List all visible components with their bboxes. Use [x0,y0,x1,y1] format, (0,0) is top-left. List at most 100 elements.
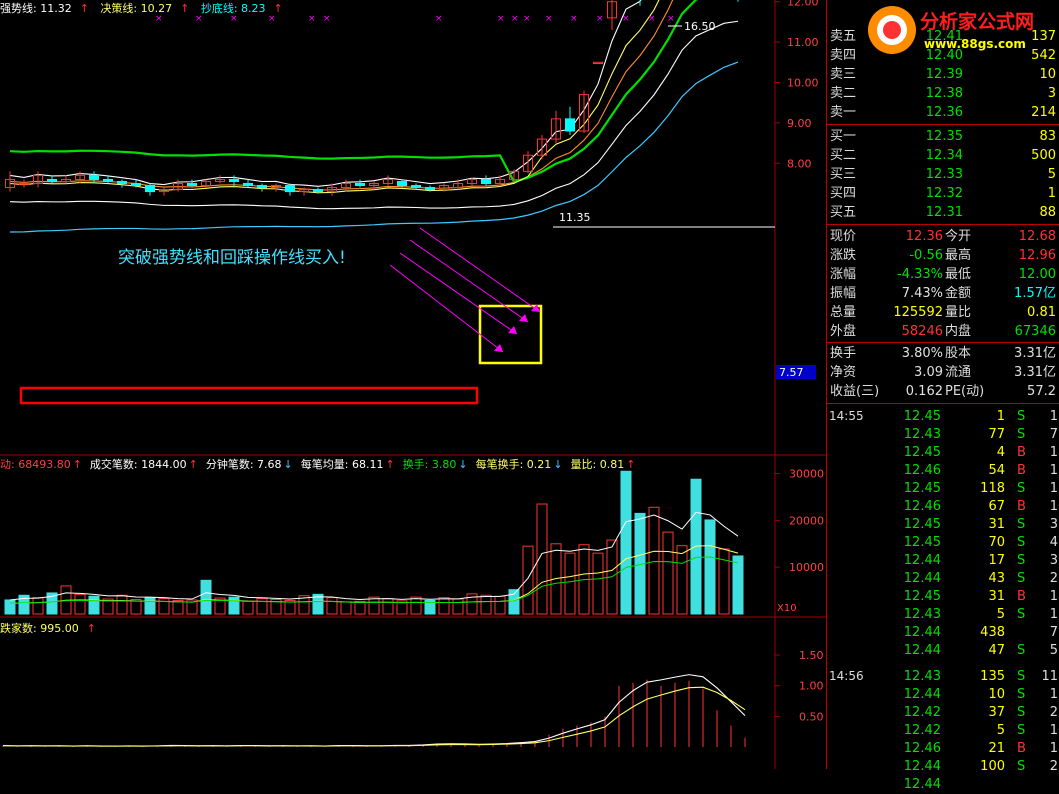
tick-volume: 17 [988,553,1005,568]
pointer-arrowhead [519,314,528,322]
y-tick-label: 12.00 [787,0,819,9]
quote-label: 换手 [830,346,857,361]
tick-price: 12.44 [903,625,941,640]
tick-volume: 70 [988,535,1005,550]
volume-header: 动: 68493.80 ↑ 成交笔数: 1844.00 ↑ 分钟笔数: 7.68 ↓ 每笔均… [0,456,643,472]
tick-count: 7 [1049,625,1058,640]
volume-bar [410,596,422,615]
ask-price: 12.38 [925,86,963,101]
tick-count: 1 [1049,741,1058,756]
panel-separator [827,403,1059,404]
quote-row: 总量 125592 量比 0.81 [827,303,1059,322]
tick-volume: 37 [988,705,1005,720]
signal-x-mark: × [648,14,656,24]
quote-row: 现价 12.36 今开 12.68 [827,227,1059,246]
candle-body [285,185,295,193]
volume-bar [144,597,156,615]
tick-price: 12.43 [903,427,941,442]
tick-volume: 4 [996,445,1005,460]
quote-label: 涨跌 [830,248,857,263]
volume-bar [676,545,688,615]
bid-row: 买四 12.32 1 [827,184,1059,203]
tick-count: 1 [1049,445,1058,460]
tick-side: S [1017,687,1026,702]
tick-volume: 5 [996,607,1005,622]
tick-count: 3 [1049,553,1058,568]
volume-stat-5: 每笔换手: 0.21 [475,458,552,471]
tick-row: 12.44 438 7 [827,623,1059,642]
quote-value: 67346 [1014,324,1056,339]
y-tick-label: 9.00 [787,117,812,130]
volume-bar [172,599,184,615]
tick-count: 1 [1049,723,1058,738]
tick-volume: 43 [988,571,1005,586]
volume-stat-4: 换手: 3.80 [402,458,457,471]
bid-volume: 500 [1031,148,1056,163]
tick-row: 14:55 12.45 1 S 1 [827,407,1059,426]
bid-price: 12.33 [925,167,963,182]
tick-side: B [1017,741,1026,756]
volume-stat-1: 成交笔数: 1844.00 [89,458,187,471]
ask-volume: 3 [1047,86,1056,101]
ask-row: 卖一 12.36 214 [827,103,1059,122]
decision-line-value: 决策线: 10.27 [100,2,173,15]
site-watermark: 分析家公式网 www.88gs.com [864,2,1059,58]
tick-price: 12.46 [903,499,941,514]
tick-side: S [1017,607,1026,622]
decline-count-value: 跌家数: 995.00 [0,622,79,635]
tick-count: 5 [1049,643,1058,658]
volume-bar [88,595,100,615]
y-tick-label: 8.00 [787,157,812,170]
volume-bar [326,597,338,615]
tick-count: 3 [1049,517,1058,532]
tick-count: 1 [1049,499,1058,514]
quote-value: 3.31亿 [1014,365,1056,380]
candle-body [103,178,113,182]
quote-value: 125592 [893,305,943,320]
bid-row: 买五 12.31 88 [827,203,1059,222]
y-tick-label: 10.00 [787,77,819,90]
tick-side: S [1017,723,1026,738]
volume-scale-label: X10 [777,603,797,614]
tick-row: 12.45 70 S 4 [827,533,1059,552]
tick-row: 12.46 67 B 1 [827,497,1059,516]
volume-bar [480,594,492,615]
ask-label: 卖一 [830,105,857,120]
tick-volume: 135 [980,669,1005,684]
tick-volume: 47 [988,643,1005,658]
quote-row: 净资 3.09 流通 3.31亿 [827,363,1059,382]
main-chart-header: 强势线: 11.32 ↑ 决策线: 10.27 ↑ 抄底线: 8.23 ↑ [0,2,283,15]
ask-volume: 10 [1039,67,1056,82]
ma-mid-line [9,0,674,191]
tick-row: 12.44 10 S 1 [827,685,1059,704]
signal-x-mark: × [323,14,331,24]
volume-stat-arrow: ↑ [188,458,198,471]
tick-price: 12.45 [903,409,941,424]
candle-body [257,185,267,189]
candle-body [481,178,491,185]
quote-row: 外盘 58246 内盘 67346 [827,322,1059,341]
tick-price: 12.46 [903,463,941,478]
quote-value: 12.00 [1018,267,1056,282]
signal-x-mark: × [435,14,443,24]
ask-row: 卖二 12.38 3 [827,84,1059,103]
quote-value: 57.2 [1027,384,1056,399]
tick-volume: 54 [988,463,1005,478]
quote-label: 收益(三) [830,384,880,399]
volume-bar [648,506,660,615]
tick-price: 12.44 [903,553,941,568]
ask-label: 卖三 [830,67,857,82]
candle-body [411,185,421,189]
ask-volume: 214 [1031,105,1056,120]
volume-bar [4,599,16,615]
signal-x-mark: × [511,14,519,24]
volume-stat-arrow: ↑ [72,458,82,471]
tick-row: 12.44 43 S 2 [827,569,1059,588]
signal-x-mark: × [523,14,531,24]
tick-price: 12.45 [903,481,941,496]
volume-stat-0: 动: 68493.80 [0,458,71,471]
volume-bar [74,593,86,615]
ind-tick-label: 0.50 [799,710,824,723]
quote-value: 3.09 [914,365,943,380]
bottom-line-value: 抄底线: 8.23 [200,2,266,15]
